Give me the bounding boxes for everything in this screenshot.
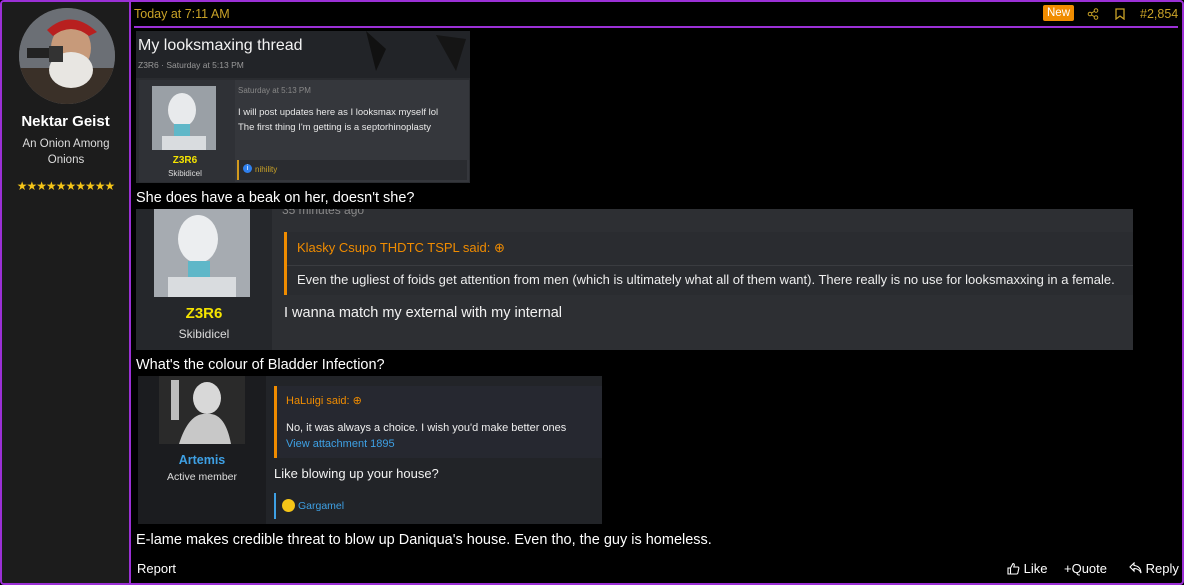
user-sidebar: Nektar Geist An Onion Among Onions ★★★★★… xyxy=(2,2,131,583)
embedded-line-2: The first thing I'm getting is a septorh… xyxy=(238,122,431,133)
embedded-thread-screenshot: My looksmaxing thread Z3R6 · Saturday at… xyxy=(136,31,470,183)
quote-author: Klasky Csupo THDTC TSPL said: ⊕ xyxy=(297,240,505,255)
rank-stars: ★★★★★★★★★★ xyxy=(16,179,116,193)
embedded-reply-screenshot: Z3R6 Skibidicel 35 minutes ago Klasky Cs… xyxy=(136,209,1133,350)
share-icon[interactable] xyxy=(1087,8,1099,23)
thread-header: My looksmaxing thread Z3R6 · Saturday at… xyxy=(136,31,470,78)
report-link[interactable]: Report xyxy=(137,561,176,576)
post-container: Nektar Geist An Onion Among Onions ★★★★★… xyxy=(0,0,1184,585)
embedded-reply-body: Like blowing up your house? xyxy=(274,466,439,481)
embedded-user-title: Skibidicel xyxy=(178,327,230,341)
quote-author: HaLuigi said: ⊕ xyxy=(286,395,362,407)
quote-text: No, it was always a choice. I wish you'd… xyxy=(286,422,567,434)
embedded-username: Z3R6 xyxy=(172,155,198,166)
embedded-quote: HaLuigi said: ⊕ No, it was always a choi… xyxy=(274,386,602,458)
attachment-link: View attachment 1895 xyxy=(286,438,395,450)
post-header: Today at 7:11 AM New #2,854 xyxy=(134,4,1178,28)
post-timestamp[interactable]: Today at 7:11 AM xyxy=(134,7,230,21)
post-text-3: E-lame makes credible threat to blow up … xyxy=(136,532,712,548)
quote-divider xyxy=(287,265,1133,266)
quote-label: Quote xyxy=(1071,561,1108,576)
statue-avatar xyxy=(159,376,245,444)
quote-button[interactable]: +Quote xyxy=(1064,561,1107,576)
info-icon: i xyxy=(243,164,252,173)
robot-avatar xyxy=(152,86,216,150)
embedded-reply-screenshot-2: Artemis Active member HaLuigi said: ⊕ No… xyxy=(138,376,602,524)
post-text-2: What's the colour of Bladder Infection? xyxy=(136,357,385,373)
thinking-emoji-icon xyxy=(282,499,295,512)
embedded-user-title: Active member xyxy=(166,471,238,483)
thread-title: My looksmaxing thread xyxy=(138,37,303,54)
username[interactable]: Nektar Geist xyxy=(2,113,129,130)
embedded-reaction: i nihility xyxy=(237,160,467,180)
like-button[interactable]: Like xyxy=(1007,561,1047,576)
embedded-user-title: Skibidicel xyxy=(168,169,202,178)
bookmark-icon[interactable] xyxy=(1115,8,1125,23)
post-text-1: She does have a beak on her, doesn't she… xyxy=(136,190,415,206)
new-badge: New xyxy=(1043,5,1075,21)
embedded-user-panel: Z3R6 Skibidicel xyxy=(136,209,272,350)
thread-meta: Z3R6 · Saturday at 5:13 PM xyxy=(138,60,244,70)
quote-arrow-icon: ⊕ xyxy=(352,395,362,407)
embedded-username: Artemis xyxy=(178,453,226,467)
embedded-username: Z3R6 xyxy=(185,305,223,322)
reply-arrow-icon xyxy=(1129,561,1146,576)
quote-arrow-icon: ⊕ xyxy=(494,240,505,255)
embedded-quote: Klasky Csupo THDTC TSPL said: ⊕ Even the… xyxy=(284,232,1133,295)
embedded-line-1: I will post updates here as I looksmax m… xyxy=(238,107,439,118)
reply-label: Reply xyxy=(1145,561,1179,576)
reply-button[interactable]: Reply xyxy=(1129,561,1179,576)
user-title: An Onion Among Onions xyxy=(22,138,110,166)
embedded-reaction-name: nihility xyxy=(255,165,278,174)
avatar-image xyxy=(19,8,115,104)
like-label: Like xyxy=(1023,561,1048,576)
embedded-reply-body: I wanna match my external with my intern… xyxy=(284,305,563,321)
embedded-reaction: Gargamel xyxy=(274,493,602,519)
embedded-reaction-name: Gargamel xyxy=(298,500,345,512)
avatar[interactable] xyxy=(19,8,115,104)
robot-avatar xyxy=(154,209,250,297)
embedded-time-ago: 35 minutes ago xyxy=(282,209,365,217)
embedded-message: Z3R6 Skibidicel Saturday at 5:13 PM I wi… xyxy=(139,80,469,182)
thumbs-up-icon xyxy=(1007,561,1024,576)
quote-text: Even the ugliest of foids get attention … xyxy=(297,272,1115,287)
embedded-message-body: Saturday at 5:13 PM I will post updates … xyxy=(235,80,469,182)
plus-icon: + xyxy=(1064,561,1072,576)
embedded-user-panel: Artemis Active member xyxy=(138,376,266,524)
post-number[interactable]: #2,854 xyxy=(1140,7,1178,21)
embedded-date: Saturday at 5:13 PM xyxy=(238,86,311,95)
